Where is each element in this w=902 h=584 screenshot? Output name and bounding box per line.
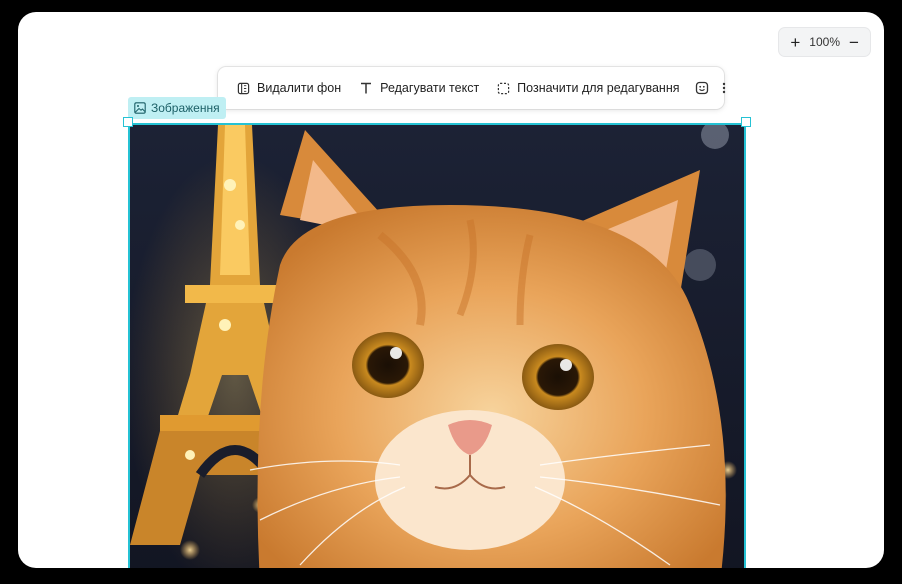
zoom-level: 100% <box>809 35 840 49</box>
more-options-button[interactable] <box>715 73 733 103</box>
zoom-control: + 100% − <box>779 28 870 56</box>
more-vertical-icon <box>722 82 725 94</box>
text-icon <box>361 82 372 94</box>
mark-for-edit-button[interactable]: Позначити для редагування <box>488 73 688 103</box>
smile-icon <box>695 81 708 95</box>
remove-background-icon <box>237 82 250 94</box>
selection-label-text: Зображення <box>151 101 220 115</box>
remove-background-button[interactable]: Видалити фон <box>228 73 350 103</box>
emoji-button[interactable] <box>689 73 715 103</box>
editor-canvas: + 100% − Видалити фон Редагувати текст П… <box>18 12 884 568</box>
image-toolbar: Видалити фон Редагувати текст Позначити … <box>218 67 725 109</box>
selection-frame <box>128 123 746 568</box>
resize-handle-top-right[interactable] <box>741 117 751 127</box>
selection-label: Зображення <box>128 97 226 119</box>
zoom-in-button[interactable]: + <box>787 34 803 51</box>
mark-for-edit-label: Позначити для редагування <box>517 81 680 95</box>
dashed-selection-icon <box>497 82 510 94</box>
edit-text-button[interactable]: Редагувати текст <box>350 73 488 103</box>
remove-background-label: Видалити фон <box>257 81 342 95</box>
zoom-out-button[interactable]: − <box>846 34 862 51</box>
edit-text-label: Редагувати текст <box>380 81 480 95</box>
image-icon <box>134 102 146 114</box>
resize-handle-top-left[interactable] <box>123 117 133 127</box>
